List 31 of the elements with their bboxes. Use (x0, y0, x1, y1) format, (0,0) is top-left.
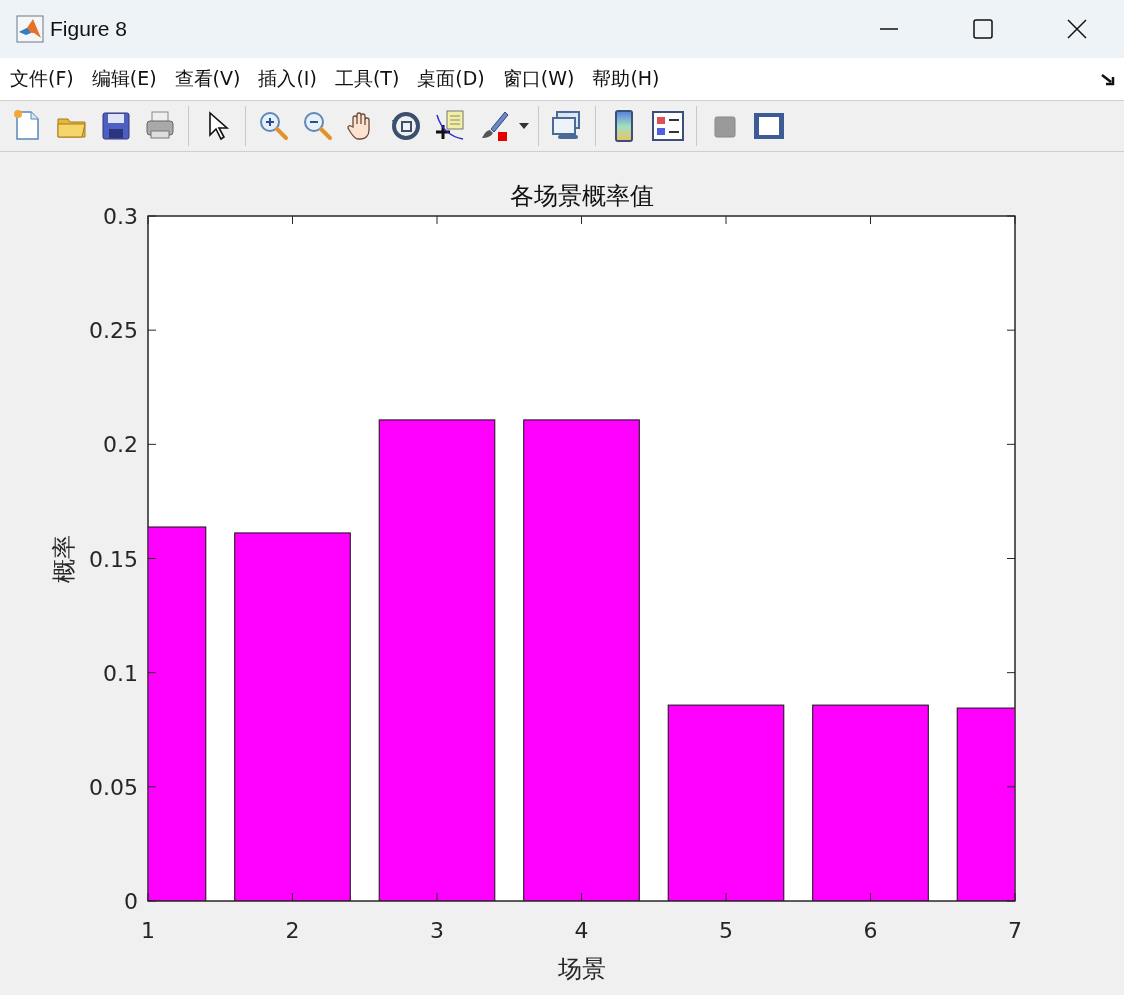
menu-item[interactable]: 帮助(H) (592, 62, 666, 96)
menu-item[interactable]: 编辑(E) (91, 62, 163, 96)
x-tick-label: 3 (430, 918, 444, 943)
y-tick-label: 0.05 (89, 774, 138, 800)
x-tick-label: 4 (574, 918, 589, 943)
y-tick-label: 0 (124, 889, 138, 914)
x-tick-label: 7 (1008, 918, 1022, 943)
menu-item[interactable]: 窗口(W) (502, 62, 581, 96)
y-tick-label: 0.15 (89, 546, 138, 572)
y-axis-label: 概率 (50, 534, 78, 583)
x-tick-label: 6 (863, 918, 878, 943)
x-axis-label: 场景 (557, 955, 606, 983)
maximize-icon (973, 19, 993, 39)
x-tick-label: 1 (141, 918, 155, 943)
menu-item[interactable]: 查看(V) (174, 62, 247, 96)
dock-arrow-icon[interactable] (1100, 71, 1116, 87)
close-icon (1066, 18, 1088, 40)
menu-item[interactable]: 插入(I) (258, 62, 323, 96)
x-tick-label: 2 (285, 918, 300, 943)
menu-item[interactable]: 文件(F) (10, 62, 80, 96)
y-tick-label: 0.2 (103, 432, 138, 458)
y-tick-label: 0.25 (89, 318, 138, 344)
minimize-icon (879, 28, 899, 30)
window-title: Figure 8 (50, 17, 128, 41)
menu-item[interactable]: 工具(T) (334, 62, 406, 96)
app-logo-icon (16, 15, 44, 43)
y-tick-label: 0.1 (103, 660, 138, 686)
menu-item[interactable]: 桌面(D) (417, 62, 491, 96)
chart-title: 各场景概率值 (509, 182, 654, 210)
x-tick-label: 5 (719, 918, 733, 943)
y-tick-label: 0.3 (103, 204, 138, 229)
